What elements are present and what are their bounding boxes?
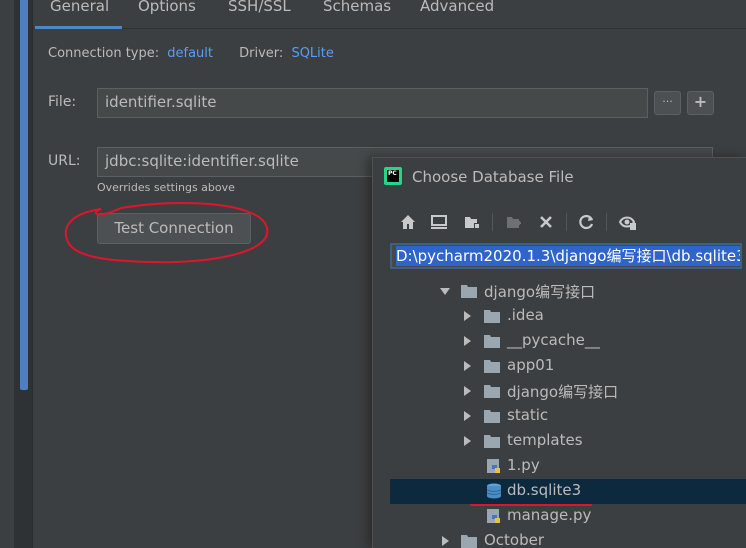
- expand-arrow-icon[interactable]: [462, 385, 472, 397]
- expand-arrow-icon[interactable]: [440, 535, 450, 547]
- choose-database-file-dialog: PC Choose Database File D:\pycharm2020.1…: [372, 157, 746, 548]
- file-input[interactable]: identifier.sqlite: [97, 88, 648, 118]
- python-file-icon: [487, 509, 500, 523]
- path-input-text: D:\pycharm2020.1.3\django编写接口\db.sqlite3: [396, 246, 740, 266]
- pycharm-logo-text: PC: [387, 170, 399, 182]
- test-connection-button[interactable]: Test Connection: [97, 213, 251, 244]
- tree-label: October: [484, 531, 545, 548]
- tree-row[interactable]: django编写接口: [390, 279, 746, 304]
- tree-label: __pycache__: [507, 331, 600, 349]
- tree-label: django编写接口: [484, 283, 596, 301]
- browse-button[interactable]: ···: [654, 91, 681, 115]
- folder-icon: [461, 285, 477, 298]
- show-hidden-icon[interactable]: [618, 212, 638, 232]
- expand-arrow-icon[interactable]: [462, 360, 472, 372]
- expand-arrow-icon[interactable]: [462, 435, 472, 447]
- new-folder-icon[interactable]: [504, 212, 524, 232]
- tree-row[interactable]: app01: [390, 354, 746, 379]
- folder-icon: [484, 360, 500, 373]
- tree-row[interactable]: .idea: [390, 304, 746, 329]
- add-file-button[interactable]: +: [687, 91, 714, 115]
- folder-icon: [484, 335, 500, 348]
- driver-link[interactable]: SQLite: [291, 46, 333, 61]
- tree-row[interactable]: django编写接口: [390, 379, 746, 404]
- dialog-title: Choose Database File: [412, 168, 574, 186]
- active-tab-indicator: [35, 26, 122, 29]
- tree-row[interactable]: 1.py: [390, 454, 746, 479]
- toolbar-separator: [566, 213, 567, 231]
- tab-bar: General Options SSH/SSL Schemas Advanced: [33, 0, 746, 29]
- database-file-icon: [486, 483, 502, 499]
- connection-type-link[interactable]: default: [167, 46, 213, 61]
- delete-icon[interactable]: [536, 212, 556, 232]
- python-file-icon: [487, 459, 500, 473]
- driver-label: Driver:: [239, 46, 284, 61]
- tree-label: 1.py: [507, 456, 540, 474]
- gutter-scrollbar[interactable]: [20, 0, 28, 390]
- tree-row[interactable]: __pycache__: [390, 329, 746, 354]
- collapse-arrow-icon[interactable]: [440, 285, 450, 297]
- tree-row[interactable]: October: [390, 529, 746, 548]
- tree-row-selected[interactable]: db.sqlite3: [390, 479, 746, 504]
- tree-row[interactable]: manage.py: [390, 504, 746, 529]
- url-hint: Overrides settings above: [97, 181, 235, 194]
- expand-arrow-icon[interactable]: [462, 310, 472, 322]
- url-label: URL:: [48, 153, 81, 169]
- tree-label: manage.py: [507, 506, 592, 524]
- refresh-icon[interactable]: [577, 212, 597, 232]
- tab-options[interactable]: Options: [138, 0, 196, 26]
- folder-icon: [484, 310, 500, 323]
- project-folder-icon[interactable]: [462, 212, 482, 232]
- expand-arrow-icon[interactable]: [462, 410, 472, 422]
- home-icon[interactable]: [398, 212, 418, 232]
- tree-label: .idea: [507, 306, 544, 324]
- toolbar-separator: [492, 213, 493, 231]
- folder-icon: [484, 410, 500, 423]
- path-input[interactable]: D:\pycharm2020.1.3\django编写接口\db.sqlite3: [390, 243, 742, 269]
- folder-icon: [461, 535, 477, 548]
- expand-arrow-icon[interactable]: [462, 335, 472, 347]
- file-label: File:: [48, 94, 77, 110]
- red-annotation-underline: [470, 504, 592, 506]
- desktop-icon[interactable]: [429, 212, 449, 232]
- tab-schemas[interactable]: Schemas: [323, 0, 391, 26]
- dialog-toolbar: [373, 208, 746, 236]
- left-gutter: [0, 0, 33, 548]
- connection-type-label: Connection type:: [48, 46, 160, 61]
- folder-icon: [484, 385, 500, 398]
- tree-row[interactable]: templates: [390, 429, 746, 454]
- tree-label: app01: [507, 356, 555, 374]
- tab-general[interactable]: General: [50, 0, 109, 26]
- tab-advanced[interactable]: Advanced: [420, 0, 494, 26]
- pycharm-logo-icon: PC: [384, 167, 402, 185]
- tree-label: django编写接口: [507, 383, 619, 401]
- dialog-title-bar[interactable]: PC Choose Database File: [373, 158, 746, 194]
- tree-row[interactable]: static: [390, 404, 746, 429]
- gutter-stripe: [0, 0, 14, 548]
- toolbar-separator: [606, 213, 607, 231]
- tab-ssh-ssl[interactable]: SSH/SSL: [228, 0, 291, 26]
- folder-icon: [484, 435, 500, 448]
- tree-label: db.sqlite3: [507, 481, 582, 499]
- tree-label: static: [507, 406, 549, 424]
- connection-info: Connection type: default Driver: SQLite: [48, 46, 334, 61]
- tree-label: templates: [507, 431, 583, 449]
- file-tree: django编写接口 .idea __pycache__ app01 djang…: [390, 279, 746, 548]
